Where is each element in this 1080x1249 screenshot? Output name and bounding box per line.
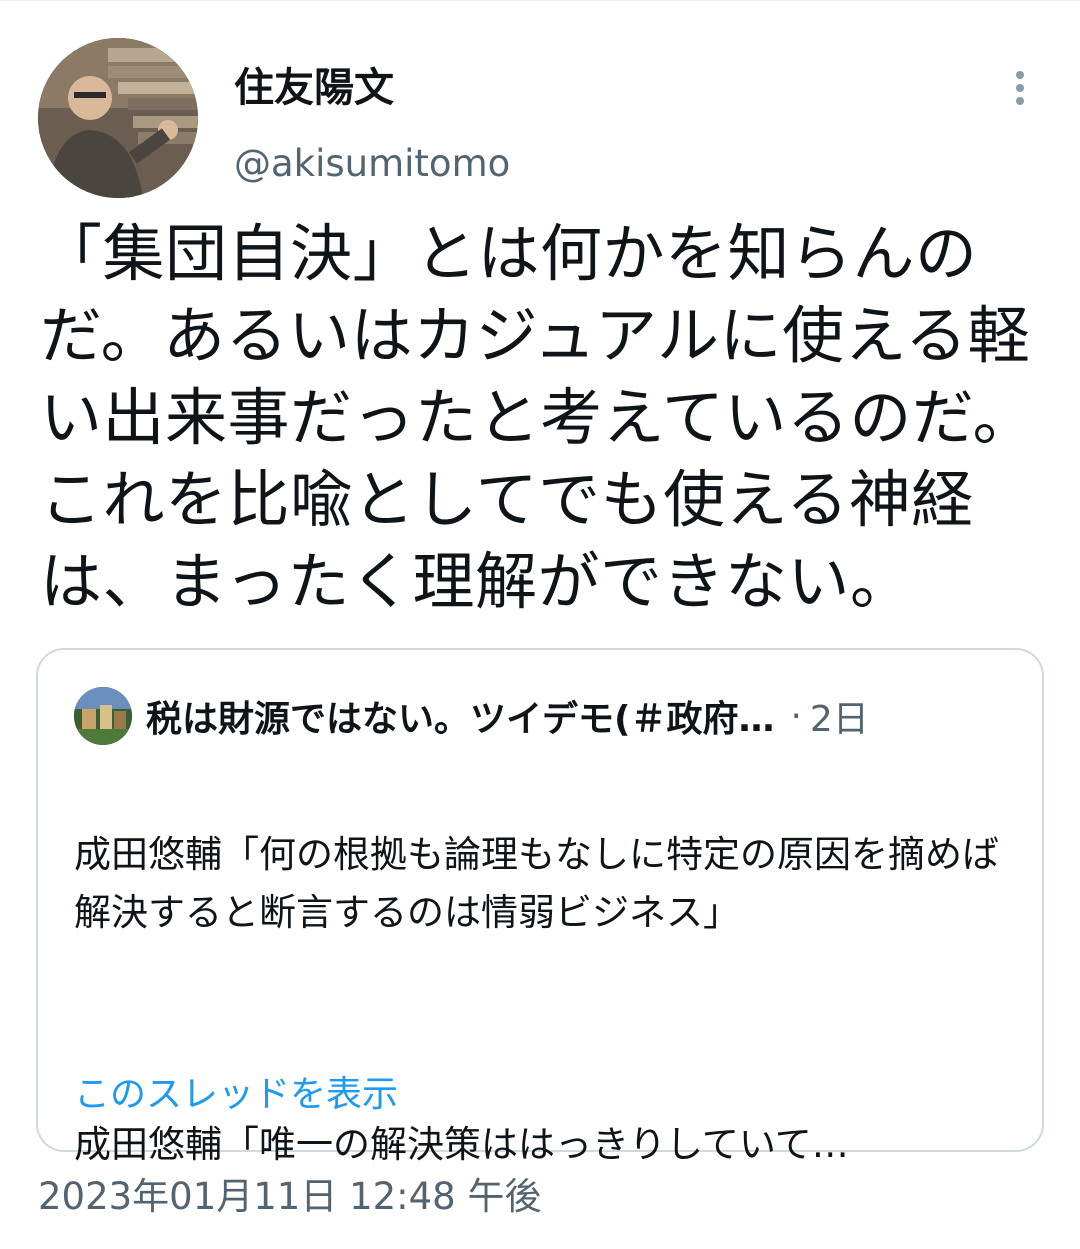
quoted-body-paragraph-2: 成田悠輔「唯一の解決策ははっきりしていて… (74, 1123, 849, 1166)
author-handle[interactable]: @akisumitomo (234, 140, 510, 188)
tweet-timestamp[interactable]: 2023年01月11日 12:48 午後 (38, 1172, 541, 1222)
more-dot (1016, 71, 1024, 79)
more-vertical-icon[interactable] (998, 66, 1042, 110)
quoted-display-name: 税は財源ではない。ツイデモ(＃政府… (146, 699, 775, 740)
top-divider (0, 0, 1080, 1)
more-dot (1016, 97, 1024, 105)
quoted-separator: · (790, 695, 802, 737)
author-display-name[interactable]: 住友陽文 (234, 62, 510, 114)
tweet-text: 「集団自決」とは何かを知らんのだ。あるいはカジュアルに使える軽い出来事だったと考… (40, 217, 1036, 618)
user-avatar[interactable] (38, 38, 198, 198)
quoted-body: 成田悠輔「何の根拠も論理もなしに特定の原因を摘めば解決すると断言するのは情弱ビジ… (74, 768, 1004, 1232)
tweet-header: 住友陽文 @akisumitomo (38, 38, 1048, 198)
show-thread-link[interactable]: このスレッドを表示 (74, 1070, 398, 1120)
quoted-header: 税は財源ではない。ツイデモ(＃政府… · 2日 (74, 686, 869, 746)
quoted-avatar (74, 687, 132, 745)
quoted-time: 2日 (809, 699, 869, 740)
author-names: 住友陽文 @akisumitomo (234, 62, 510, 188)
quoted-body-paragraph-1: 成田悠輔「何の根拠も論理もなしに特定の原因を摘めば解決すると断言するのは情弱ビジ… (74, 833, 999, 934)
quoted-avatar-image (74, 687, 132, 745)
avatar-photo (38, 38, 198, 198)
more-dot (1016, 84, 1024, 92)
quoted-tweet-card[interactable]: 税は財源ではない。ツイデモ(＃政府… · 2日 成田悠輔「何の根拠も論理もなしに… (36, 648, 1044, 1166)
